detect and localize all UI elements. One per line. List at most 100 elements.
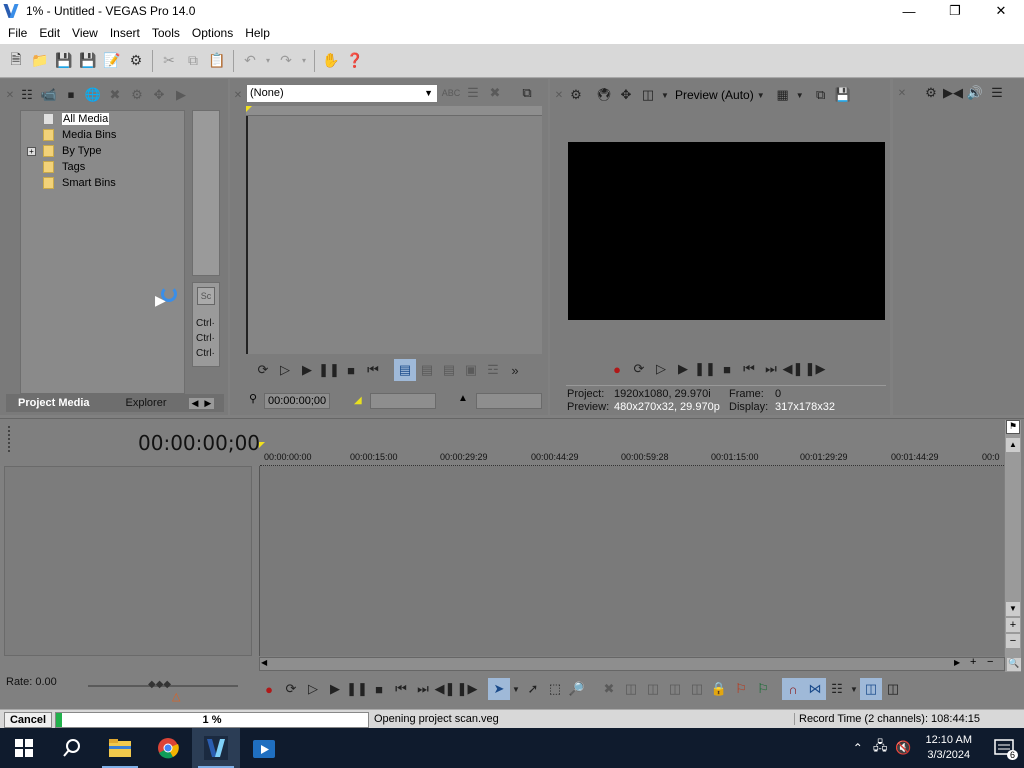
go-to-start-icon[interactable]: ⏮: [738, 358, 760, 380]
trim-end-icon[interactable]: ◫: [664, 678, 686, 700]
preview-screen[interactable]: [568, 142, 885, 320]
zoom-out-horizontal-icon[interactable]: −: [987, 656, 993, 668]
redo-dropdown-icon[interactable]: ▾: [298, 49, 310, 73]
media-properties-icon[interactable]: ⚙: [126, 84, 148, 106]
show-hidden-icons-icon[interactable]: ⌃: [853, 741, 863, 755]
zoom-edit-tool-icon[interactable]: 🔎: [566, 678, 588, 700]
stop-icon[interactable]: ■: [716, 358, 738, 380]
paste-icon[interactable]: 📋: [205, 49, 229, 73]
menu-help[interactable]: Help: [239, 23, 276, 43]
stop-icon[interactable]: ■: [340, 359, 362, 381]
go-to-end-icon[interactable]: ⏭: [760, 358, 782, 380]
add-before-icon[interactable]: ▤: [416, 359, 438, 381]
next-frame-icon[interactable]: ❚▶: [804, 358, 826, 380]
search-icon[interactable]: [48, 728, 96, 768]
edit-tool-dropdown-icon[interactable]: ▼: [510, 678, 522, 700]
pause-icon[interactable]: ❚❚: [346, 678, 368, 700]
render-icon[interactable]: 📝: [100, 49, 124, 73]
minimize-button[interactable]: —: [886, 0, 932, 22]
trimmer-timecode[interactable]: 00:00:00;00: [264, 393, 330, 409]
new-file-icon[interactable]: 🗎: [4, 49, 28, 73]
capture-video-icon[interactable]: 📹: [38, 84, 60, 106]
next-frame-icon[interactable]: ❚▶: [456, 678, 478, 700]
quality-dropdown-icon[interactable]: ▼: [754, 84, 768, 106]
maximize-button[interactable]: ❐: [932, 0, 978, 22]
snapping-magnet-icon[interactable]: ∩: [782, 678, 804, 700]
tab-scroll-left-icon[interactable]: ◀: [188, 397, 202, 409]
vegas-pro-taskbar-icon[interactable]: [192, 728, 240, 768]
tree-item-tags[interactable]: Tags: [43, 159, 85, 175]
start-windows-icon[interactable]: [0, 728, 48, 768]
save-snapshot-icon[interactable]: 💾: [832, 84, 854, 106]
menu-insert[interactable]: Insert: [104, 23, 146, 43]
timeline-track-area[interactable]: [259, 466, 1004, 656]
close-button[interactable]: ✕: [978, 0, 1024, 22]
mixer-properties-icon[interactable]: ⚙: [920, 82, 942, 104]
scroll-right-icon[interactable]: ▶: [954, 658, 960, 667]
trimmer-view-icon[interactable]: ⧉: [516, 82, 538, 104]
cancel-button[interactable]: Cancel: [4, 712, 52, 728]
play-from-start-icon[interactable]: ▷: [650, 358, 672, 380]
file-explorer-icon[interactable]: [96, 728, 144, 768]
timeline-timecode[interactable]: 00:00:00;00: [138, 431, 260, 455]
more-tools-icon[interactable]: »: [504, 359, 526, 381]
selection-tool-icon[interactable]: ⬚: [544, 678, 566, 700]
trim-start-icon[interactable]: ◫: [642, 678, 664, 700]
play-icon[interactable]: ▶: [296, 359, 318, 381]
go-to-start-icon[interactable]: ⏮: [390, 678, 412, 700]
remove-media-icon[interactable]: ✖: [104, 84, 126, 106]
record-icon[interactable]: ●: [258, 678, 280, 700]
close-mixer-icon[interactable]: ✕: [896, 82, 908, 104]
auto-crossfade-icon[interactable]: ⋈: [804, 678, 826, 700]
web-media-icon[interactable]: 🌐: [82, 84, 104, 106]
overlays-grid-icon[interactable]: ▦: [772, 84, 794, 106]
trimmer-length-field[interactable]: [476, 393, 542, 409]
rate-slider-handle[interactable]: ◆◆◆: [148, 679, 171, 690]
media-bin-tree[interactable]: All Media Media Bins + By Type Tags Smar…: [20, 110, 185, 394]
zoom-in-horizontal-icon[interactable]: +: [970, 656, 976, 668]
tab-explorer[interactable]: Explorer: [114, 394, 179, 412]
notifications-icon[interactable]: 6: [984, 728, 1024, 768]
ignore-grouping-icon[interactable]: ◫: [882, 678, 904, 700]
menu-view[interactable]: View: [66, 23, 104, 43]
media-fx-icon[interactable]: ✥: [148, 84, 170, 106]
media-side-scrollbar[interactable]: [192, 110, 220, 276]
enable-snapping-icon[interactable]: ✋: [319, 49, 343, 73]
play-from-start-icon[interactable]: ▷: [302, 678, 324, 700]
tree-item-by-type[interactable]: By Type: [43, 143, 102, 159]
loop-playback-icon[interactable]: ⟳: [252, 359, 274, 381]
scroll-up-icon[interactable]: ▲: [1006, 438, 1020, 452]
mixer-fx-icon[interactable]: ▶◀: [942, 82, 964, 104]
save-icon[interactable]: 💾: [52, 49, 76, 73]
copy-icon[interactable]: ⧉: [181, 49, 205, 73]
trimmer-media-select[interactable]: (None) ▼: [246, 84, 438, 103]
search-media-icon[interactable]: Sc: [197, 287, 215, 305]
tree-item-all-media[interactable]: All Media: [43, 111, 110, 127]
open-folder-icon[interactable]: 📁: [28, 49, 52, 73]
close-trimmer-icon[interactable]: ✕: [232, 84, 244, 106]
play-media-icon[interactable]: ▶: [170, 84, 192, 106]
chrome-icon[interactable]: [144, 728, 192, 768]
properties-gear-icon[interactable]: ⚙: [124, 49, 148, 73]
go-to-end-icon[interactable]: ⏭: [412, 678, 434, 700]
split-dropdown-icon[interactable]: ▼: [659, 84, 671, 106]
lock-envelopes-icon[interactable]: ◫: [860, 678, 882, 700]
trimmer-canvas[interactable]: [246, 116, 542, 354]
delete-icon[interactable]: ✖: [598, 678, 620, 700]
menu-tools[interactable]: Tools: [146, 23, 186, 43]
play-from-start-icon[interactable]: ▷: [274, 359, 296, 381]
tree-item-smart-bins[interactable]: Smart Bins: [43, 175, 116, 191]
undo-dropdown-icon[interactable]: ▾: [262, 49, 274, 73]
tab-scroll-right-icon[interactable]: ▶: [201, 397, 215, 409]
play-icon[interactable]: ▶: [672, 358, 694, 380]
add-after-icon[interactable]: ▤: [438, 359, 460, 381]
copy-snapshot-icon[interactable]: ⧉: [810, 84, 832, 106]
pause-icon[interactable]: ❚❚: [694, 358, 716, 380]
trimmer-in-field[interactable]: [370, 393, 436, 409]
network-icon[interactable]: 🖧: [873, 737, 888, 759]
cut-icon[interactable]: ✂: [157, 49, 181, 73]
pause-icon[interactable]: ❚❚: [318, 359, 340, 381]
close-preview-icon[interactable]: ✕: [553, 84, 565, 106]
stop-icon[interactable]: ■: [368, 678, 390, 700]
expand-plus-icon[interactable]: +: [27, 147, 36, 156]
